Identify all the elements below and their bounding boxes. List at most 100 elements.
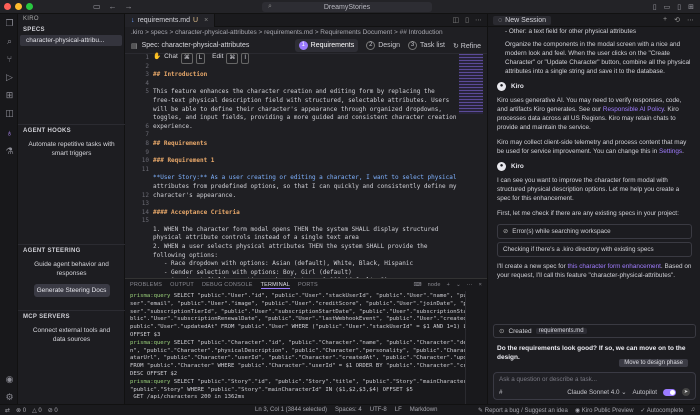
step-task-list[interactable]: 3 Task list	[408, 41, 445, 50]
line-number: 14	[141, 208, 149, 216]
cursor-position[interactable]: Ln 3, Col 1 (3844 selected)	[255, 407, 327, 413]
enhancement-link[interactable]: this character form enhancement	[567, 263, 660, 270]
layout-icon[interactable]: ⊞	[688, 3, 694, 11]
maximize-window-button[interactable]	[26, 3, 33, 10]
run-debug-icon[interactable]: ▷	[4, 72, 15, 83]
language-mode[interactable]: Markdown	[410, 407, 438, 413]
panel-tab[interactable]: TERMINAL	[260, 282, 290, 289]
indentation[interactable]: Spaces: 4	[335, 407, 362, 413]
search-icon[interactable]: ⌕	[4, 36, 15, 47]
info-count[interactable]: ⊘ 0	[48, 407, 58, 414]
chat-messages[interactable]: - Other: a text field for other physical…	[488, 27, 700, 337]
terminal-line: prisma:query SELECT "public"."User"."id"…	[130, 293, 465, 299]
agent-hooks-description: Automate repetitive tasks with smart tri…	[28, 141, 115, 157]
settings-link[interactable]: Settings	[659, 148, 682, 155]
extensions-icon[interactable]: ⊞	[4, 90, 15, 101]
line-number	[125, 97, 149, 106]
toggle-sidebar-icon[interactable]: ▯	[653, 3, 657, 11]
line-number	[125, 183, 149, 192]
line-ending[interactable]: LF	[395, 407, 402, 413]
code-editor[interactable]: 12345 6 7 8 9 10 11 12 13 14 15 ## Introduction …	[125, 53, 487, 284]
warnings-count[interactable]: △ 0	[32, 407, 42, 414]
spec-item[interactable]: character-physical-attribu...	[20, 35, 122, 46]
panel-tab[interactable]: PROBLEMS	[130, 282, 162, 288]
panel-tab[interactable]: OUTPUT	[170, 282, 194, 288]
remote-explorer-icon[interactable]: ◫	[4, 108, 15, 119]
model-selector[interactable]: Claude Sonnet 4.0 ⌄	[567, 389, 626, 396]
terminal-line: atarUrl", "public"."Character"."userId",…	[130, 355, 465, 362]
chat-input[interactable]: Ask a question or describe a task... # C…	[493, 372, 696, 400]
hint-edit: Edit	[212, 53, 224, 60]
generate-steering-docs-button[interactable]: Generate Steering Docs	[33, 284, 110, 297]
autocomplete-toggle[interactable]: ✓ Autocomplete	[640, 407, 683, 414]
step-requirements[interactable]: 1 Requirements	[294, 39, 359, 52]
more-actions-icon[interactable]: ⋯	[467, 282, 473, 288]
remote-icon[interactable]: ⇄	[5, 407, 10, 414]
split-editor-icon[interactable]: ▯	[465, 16, 469, 24]
toggle-chat-icon[interactable]: ▯	[677, 3, 681, 11]
move-to-design-phase-button[interactable]: Move to design phase	[619, 359, 688, 367]
terminal-output[interactable]: prisma:query SELECT "public"."User"."id"…	[125, 291, 465, 404]
activity-bar: ❐ ⌕ ⑂ ▷ ⊞ ◫ ♁ ⚗ ◉ ⚙	[0, 14, 18, 415]
specs-section-title[interactable]: SPECS	[18, 27, 124, 33]
sidebar-toggle-icon[interactable]: ▭	[93, 2, 101, 11]
tool-call-error[interactable]: ⊘ Error(s) while searching workspace	[497, 224, 692, 239]
back-arrow-icon[interactable]: ←	[109, 2, 117, 11]
autopilot-toggle[interactable]	[663, 388, 676, 396]
terminal-list[interactable]	[465, 291, 487, 405]
created-file-card[interactable]: ⊙ Created requirements.md	[493, 324, 696, 338]
attach-icon[interactable]: #	[499, 389, 503, 396]
chevron-down-icon[interactable]: ⌄	[456, 282, 461, 288]
tab-requirements-md[interactable]: ↓ requirements.md U ×	[125, 13, 216, 27]
line-number: 11	[141, 165, 149, 173]
inline-hint: ✋ Chat ⌘ L Edit ⌘ I	[153, 53, 250, 64]
open-preview-icon[interactable]: ◫	[453, 16, 460, 24]
forward-arrow-icon[interactable]: →	[125, 2, 133, 11]
kiro-ghost-icon[interactable]: ♁	[4, 128, 15, 139]
step-design[interactable]: 2 Design	[366, 41, 400, 50]
shell-name[interactable]: node	[428, 282, 441, 288]
editor-tabs: ↓ requirements.md U × ◫ ▯ ⋯	[125, 13, 487, 27]
mcp-servers-title[interactable]: MCP SERVERS	[18, 314, 70, 320]
agent-hooks-title[interactable]: AGENT HOOKS	[18, 128, 71, 134]
send-icon[interactable]: ➤	[682, 388, 690, 396]
panel-tab[interactable]: PORTS	[298, 282, 318, 288]
errors-count[interactable]: ⊗ 0	[16, 407, 26, 414]
history-icon[interactable]: ⟲	[674, 16, 680, 24]
breadcrumb[interactable]: .kiro > specs > character-physical-attri…	[125, 27, 487, 38]
created-file-name[interactable]: requirements.md	[535, 328, 587, 334]
minimize-window-button[interactable]	[15, 3, 22, 10]
step-label: Design	[378, 42, 401, 49]
refine-button[interactable]: ↻ Refine	[453, 42, 481, 50]
kiro-preview-label[interactable]: ◉ Kiro Public Preview	[575, 407, 634, 414]
close-panel-icon[interactable]: ×	[479, 282, 482, 288]
command-center-search[interactable]: ⌕ DreamyStories	[262, 2, 432, 12]
toggle-panel-icon[interactable]: ▭	[664, 3, 671, 11]
code-line: - Race dropdown with options: Asian (def…	[153, 260, 414, 268]
notifications-bell-icon[interactable]: ♫	[691, 407, 696, 414]
account-icon[interactable]: ◉	[4, 374, 15, 385]
close-window-button[interactable]	[4, 3, 11, 10]
settings-gear-icon[interactable]: ⚙	[4, 392, 15, 403]
tab-new-session[interactable]: ◌ New Session	[493, 15, 552, 25]
responsible-ai-policy-link[interactable]: Responsible AI Policy	[603, 106, 664, 113]
testing-icon[interactable]: ⚗	[4, 146, 15, 157]
add-session-icon[interactable]: +	[663, 16, 667, 24]
more-actions-icon[interactable]: ⋯	[687, 16, 694, 24]
terminal-line: GET /api/characters 200 in 1362ms	[130, 394, 245, 401]
spec-title: Spec: character-physical-attributes	[141, 42, 250, 49]
explorer-icon[interactable]: ❐	[4, 18, 15, 29]
more-actions-icon[interactable]: ⋯	[475, 16, 482, 24]
tool-call-check[interactable]: Checking if there's a .kiro directory wi…	[497, 242, 692, 257]
line-number: 5	[145, 88, 149, 96]
chip-label: Error(s) while searching workspace	[512, 228, 611, 235]
code-lines[interactable]: ## Introduction This feature enhances th…	[153, 54, 463, 286]
minimap[interactable]	[459, 54, 483, 114]
add-terminal-icon[interactable]: +	[447, 282, 450, 288]
panel-tab[interactable]: DEBUG CONSOLE	[202, 282, 253, 288]
encoding[interactable]: UTF-8	[370, 407, 387, 413]
agent-steering-title[interactable]: AGENT STEERING	[18, 248, 81, 254]
report-bug-link[interactable]: ✎ Report a bug / Suggest an idea	[478, 407, 568, 414]
source-control-icon[interactable]: ⑂	[4, 54, 15, 65]
close-tab-icon[interactable]: ×	[204, 17, 208, 24]
